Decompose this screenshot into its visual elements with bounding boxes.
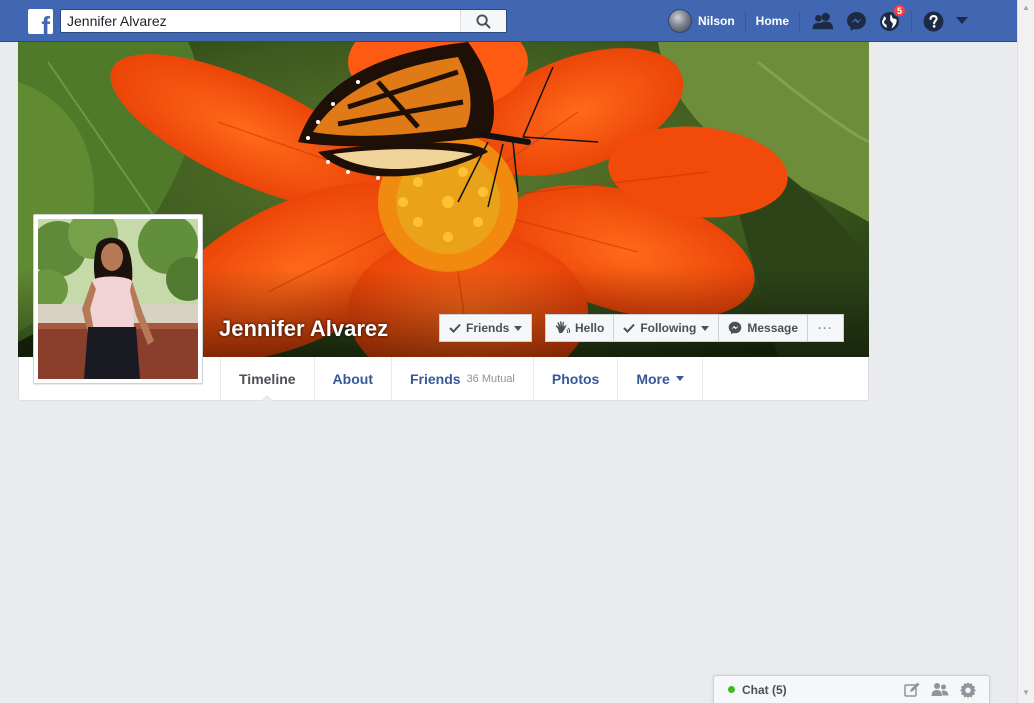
tab-about[interactable]: About (313, 357, 391, 400)
friends-icon (812, 12, 834, 30)
user-avatar[interactable] (668, 9, 692, 33)
account-menu-button[interactable] (955, 10, 969, 32)
caret-down-icon (701, 325, 710, 331)
messenger-icon (728, 321, 742, 335)
tab-timeline[interactable]: Timeline (220, 357, 314, 401)
user-name-link[interactable]: Nilson (698, 11, 746, 31)
hello-button-label: Hello (575, 321, 605, 335)
gear-icon (960, 682, 976, 698)
page-scrollbar[interactable]: ▲ ▼ (1017, 0, 1034, 703)
friend-actions: Friends (439, 314, 533, 342)
nav-divider (911, 11, 913, 31)
search-input[interactable] (61, 10, 461, 32)
facebook-logo-icon[interactable]: f (28, 9, 53, 34)
following-button[interactable]: Following (614, 314, 720, 342)
messenger-icon (846, 11, 866, 31)
tab-label: About (332, 370, 373, 387)
compose-icon (904, 682, 920, 697)
new-message-button[interactable] (903, 681, 921, 699)
check-icon (623, 323, 636, 333)
mutual-friends-count: 36 Mutual (466, 372, 515, 385)
search-box (60, 9, 507, 33)
scroll-down-arrow-icon[interactable]: ▼ (1022, 689, 1030, 697)
check-icon (449, 323, 461, 333)
help-button[interactable] (922, 10, 944, 32)
friends-button[interactable]: Friends (439, 314, 533, 342)
top-navigation-bar: f Nilson Home (0, 0, 1017, 42)
tab-photos[interactable]: Photos (532, 357, 617, 400)
profile-picture[interactable] (33, 214, 203, 384)
chat-label: Chat (5) (742, 682, 787, 697)
create-group-button[interactable] (931, 681, 949, 699)
more-options-button[interactable]: ··· (808, 314, 845, 342)
message-button-label: Message (747, 321, 799, 335)
chat-settings-button[interactable] (959, 681, 977, 699)
notifications-button[interactable]: 5 (878, 4, 907, 32)
messenger-button[interactable] (845, 10, 867, 32)
profile-tabs: Timeline About Friends 36 Mutual Photos … (220, 357, 703, 401)
more-options-label: ··· (818, 321, 834, 335)
tab-label: More (636, 370, 670, 387)
profile-actions: Hello Following Message ··· (545, 314, 845, 342)
caret-down-icon (514, 325, 523, 331)
nav-right: Nilson Home 5 (668, 0, 980, 42)
group-icon (931, 683, 949, 696)
profile-photo-image (38, 219, 198, 379)
friends-button-label: Friends (466, 321, 510, 335)
home-link[interactable]: Home (746, 11, 801, 31)
following-button-label: Following (640, 321, 697, 335)
friend-requests-button[interactable] (812, 10, 834, 32)
caret-down-icon (675, 376, 684, 381)
wave-hand-icon (555, 321, 570, 335)
profile-name[interactable]: Jennifer Alvarez (219, 316, 388, 342)
caret-down-icon (956, 17, 969, 24)
tab-more[interactable]: More (617, 357, 703, 400)
tab-label: Photos (551, 370, 600, 387)
tab-label: Friends (409, 370, 461, 387)
tab-label: Timeline (239, 370, 296, 387)
message-button[interactable]: Message (719, 314, 809, 342)
search-icon (476, 13, 491, 29)
search-button[interactable] (460, 10, 506, 32)
scroll-up-arrow-icon[interactable]: ▲ (1022, 4, 1030, 12)
hello-button[interactable]: Hello (545, 314, 615, 342)
question-icon (923, 11, 943, 31)
online-status-dot (728, 686, 735, 693)
chat-bar[interactable]: Chat (5) (713, 675, 990, 703)
tab-friends[interactable]: Friends 36 Mutual (390, 357, 533, 400)
notification-count-badge: 5 (893, 4, 907, 17)
